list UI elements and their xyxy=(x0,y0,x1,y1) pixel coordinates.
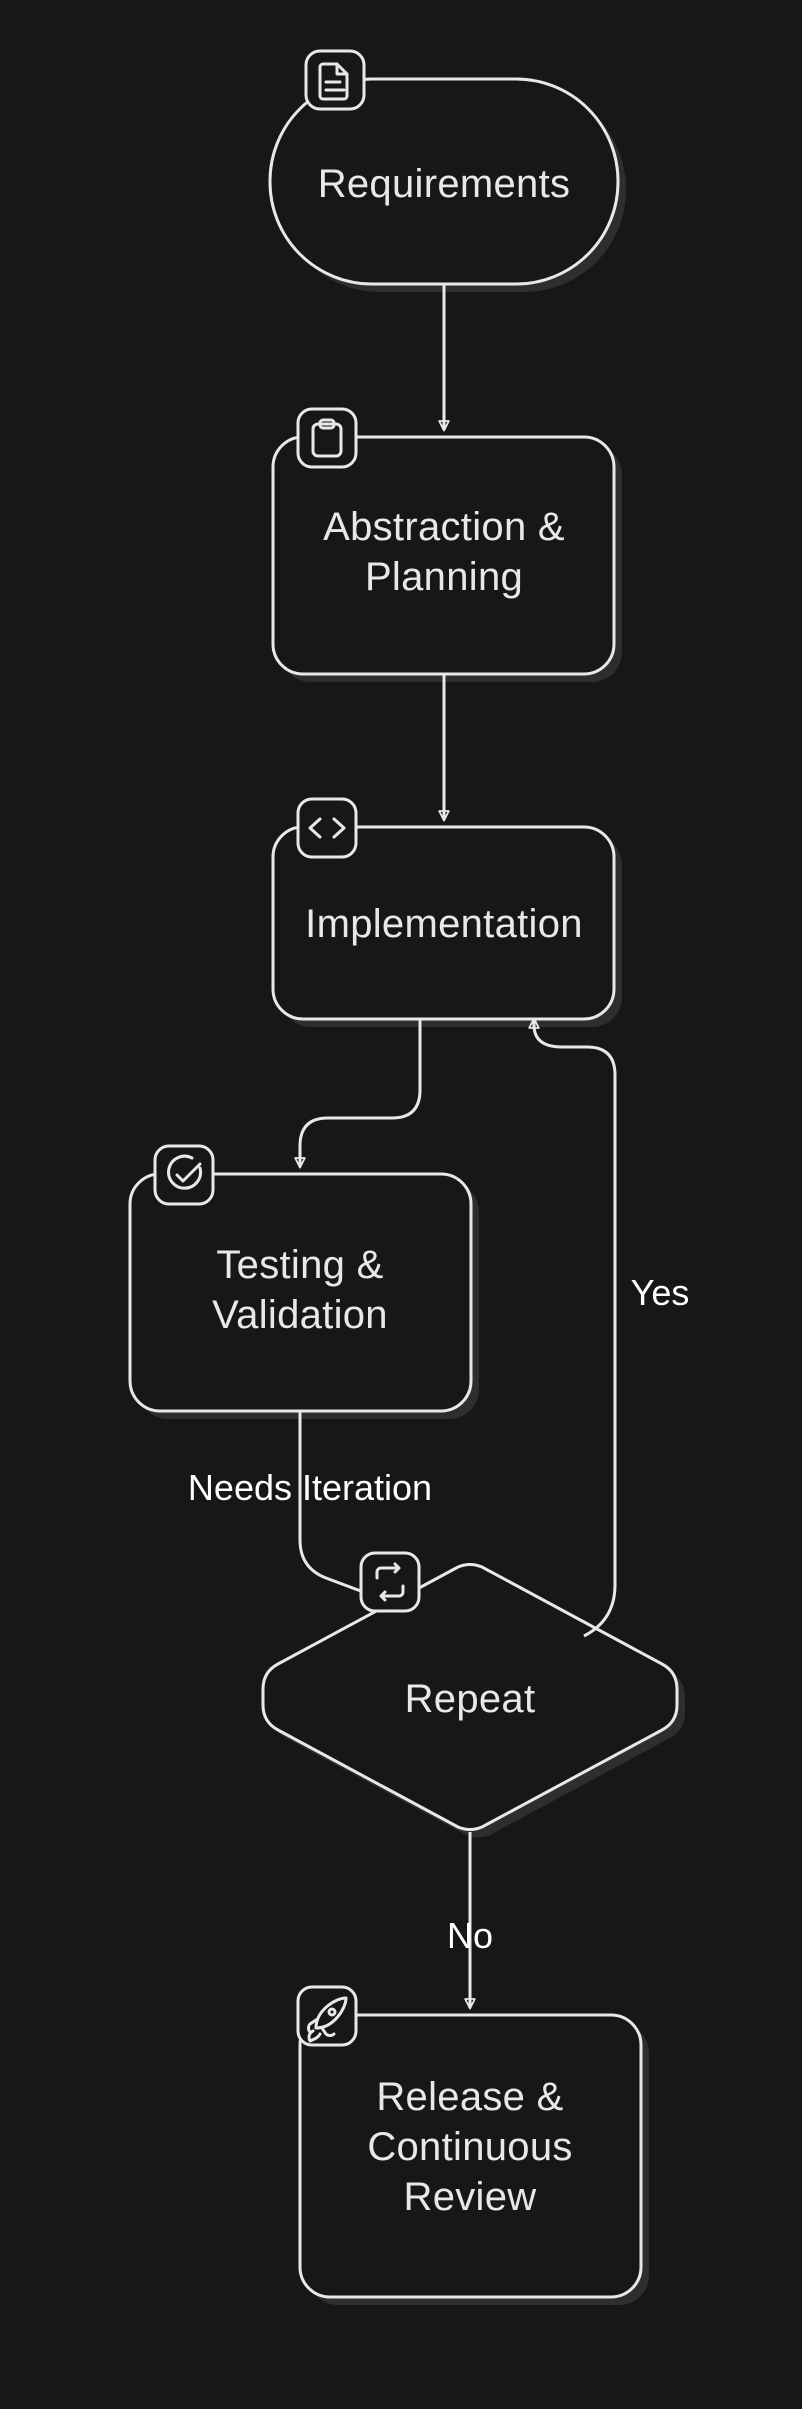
edge-repeat-yes xyxy=(534,1019,615,1636)
check-circle-icon xyxy=(155,1146,213,1204)
node-implementation: Implementation xyxy=(273,799,622,1027)
node-release-label-2: Continuous xyxy=(367,2125,572,2169)
node-testing-label-2: Validation xyxy=(212,1293,388,1337)
node-implementation-label: Implementation xyxy=(305,902,583,946)
code-icon xyxy=(298,799,356,857)
edge-label-no: No xyxy=(447,1915,493,1956)
edge-label-yes: Yes xyxy=(631,1272,690,1313)
node-release-label-3: Review xyxy=(404,2175,537,2219)
clipboard-icon xyxy=(298,409,356,467)
node-release-label-1: Release & xyxy=(376,2075,563,2119)
node-repeat-label: Repeat xyxy=(405,1677,536,1721)
repeat-icon xyxy=(361,1553,419,1611)
edge-impl-to-testing xyxy=(300,1019,420,1167)
document-icon xyxy=(306,51,364,109)
node-planning: Abstraction & Planning xyxy=(273,409,622,682)
rocket-icon xyxy=(298,1987,356,2045)
node-requirements-label: Requirements xyxy=(318,162,571,206)
node-testing: Testing & Validation xyxy=(130,1146,479,1419)
node-repeat: Repeat xyxy=(263,1553,685,1838)
flowchart: Requirements Abstraction & Planning Impl… xyxy=(0,0,802,2409)
node-planning-label-1: Abstraction & xyxy=(323,505,565,549)
node-release: Release & Continuous Review xyxy=(298,1987,649,2305)
node-planning-label-2: Planning xyxy=(365,555,523,599)
node-requirements: Requirements xyxy=(270,51,626,292)
node-testing-label-1: Testing & xyxy=(216,1243,383,1287)
edge-label-needs-iteration: Needs Iteration xyxy=(188,1467,432,1508)
